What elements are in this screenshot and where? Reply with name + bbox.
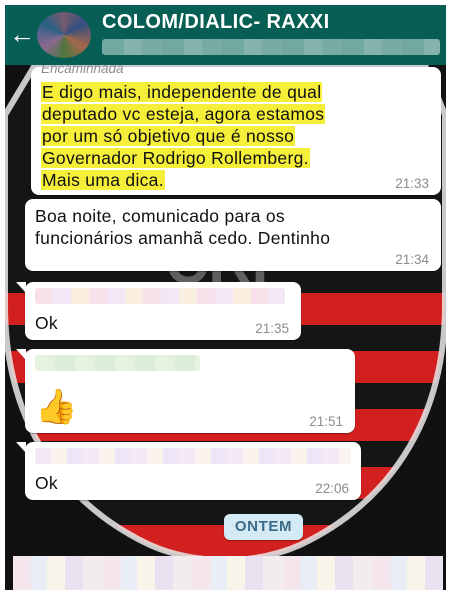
message-line: funcionários amanhã cedo. Dentinho [35, 228, 331, 248]
message-line: deputado vc esteja, agora estamos [41, 104, 326, 124]
sender-name-blurred [35, 355, 200, 371]
chat-header: ← COLOM/DIALIC- RAXXI [5, 5, 446, 65]
message-bubble[interactable]: 👍 21:51 [16, 349, 355, 433]
sender-name-blurred [35, 448, 351, 464]
thumbs-up-icon: 👍 [35, 388, 78, 426]
message-text: Ok [35, 313, 58, 333]
message-line: Mais uma dica. [41, 170, 165, 190]
message-line: Governador Rodrigo Rollemberg. [41, 148, 310, 168]
date-separator: ONTEM [224, 514, 303, 540]
message-time: 21:35 [255, 321, 289, 336]
message-line: E digo mais, independente de qual [41, 82, 323, 102]
message-bubble[interactable]: Boa noite, comunicado para os funcionári… [25, 199, 441, 271]
message-bubble[interactable]: Encaminhada E digo mais, independente de… [31, 61, 441, 195]
message-text: E digo mais, independente de qual deputa… [41, 81, 326, 191]
message-line: por um só objetivo que é nosso [41, 126, 296, 146]
sender-name-blurred [35, 288, 285, 304]
chat-window: CRF ← COLOM/DIALIC- RAXXI Encaminhada E … [5, 5, 446, 590]
participants-blurred [102, 39, 440, 55]
message-text: Boa noite, comunicado para os funcionári… [35, 205, 330, 249]
blurred-message-strip [13, 556, 443, 590]
message-bubble[interactable]: Ok 22:06 [16, 442, 361, 500]
message-time: 21:33 [395, 176, 429, 191]
message-time: 21:34 [395, 252, 429, 267]
group-avatar[interactable] [37, 12, 91, 58]
message-time: 22:06 [315, 481, 349, 496]
arrow-left-icon[interactable]: ← [9, 17, 35, 51]
message-line: Boa noite, comunicado para os [35, 206, 285, 226]
message-bubble[interactable]: Ok 21:35 [16, 282, 301, 340]
chat-title[interactable]: COLOM/DIALIC- RAXXI [102, 11, 330, 34]
message-text: Ok [35, 473, 58, 493]
message-time: 21:51 [309, 414, 343, 429]
